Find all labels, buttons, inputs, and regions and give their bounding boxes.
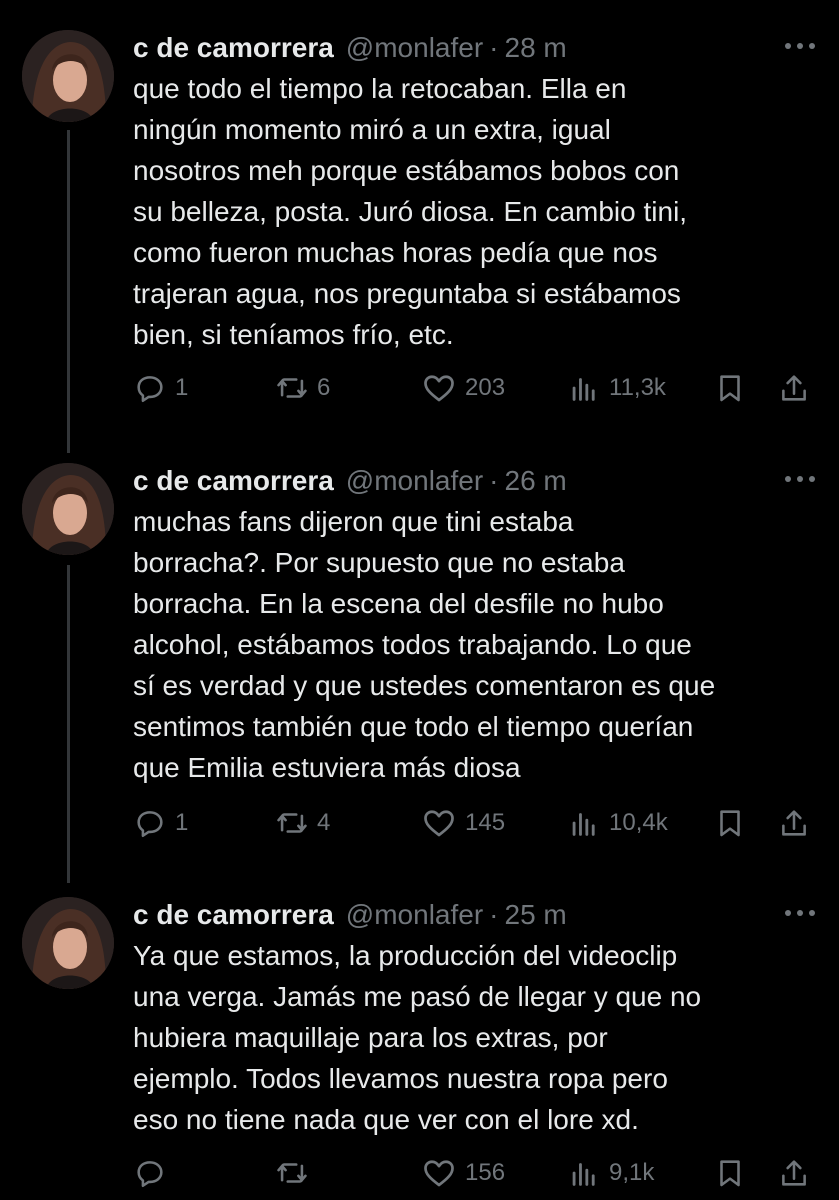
views-count: 9,1k — [609, 1159, 655, 1186]
share-icon — [782, 1160, 806, 1186]
like-count: 145 — [465, 809, 506, 836]
display-name[interactable]: c de camorrera — [133, 465, 334, 497]
avatar-photo — [22, 463, 114, 555]
bookmark-button[interactable] — [713, 368, 747, 408]
share-icon — [782, 375, 806, 401]
reply-button[interactable]: 1 — [133, 803, 188, 843]
reply-icon — [137, 1161, 163, 1188]
timestamp[interactable]: 25 m — [505, 899, 567, 931]
share-icon — [782, 810, 806, 836]
like-button[interactable]: 203 — [421, 368, 505, 408]
bookmark-button[interactable] — [713, 1153, 747, 1193]
views-icon — [572, 1163, 595, 1186]
repost-count: 4 — [317, 809, 331, 836]
heart-icon — [424, 1160, 454, 1187]
avatar[interactable] — [22, 30, 114, 122]
views-button[interactable]: 10,4k — [567, 803, 668, 843]
repost-button[interactable]: 6 — [275, 368, 330, 408]
like-count: 203 — [465, 374, 506, 401]
tweet-header: c de camorrera @monlafer · 25 m — [133, 893, 567, 937]
user-handle[interactable]: @monlafer — [346, 899, 483, 931]
action-bar: 1 4 145 10,4k — [133, 803, 823, 843]
display-name[interactable]: c de camorrera — [133, 899, 334, 931]
like-button[interactable]: 145 — [421, 803, 505, 843]
action-bar: 156 9,1k — [133, 1153, 823, 1193]
like-count: 156 — [465, 1159, 506, 1186]
heart-icon — [424, 810, 454, 837]
tweet-text: muchas fans dijeron que tini estaba borr… — [133, 506, 716, 783]
reply-button[interactable]: 1 — [133, 368, 188, 408]
heart-icon — [424, 375, 454, 402]
repost-count: 6 — [317, 374, 331, 401]
bookmark-icon — [720, 810, 740, 837]
share-button[interactable] — [777, 368, 811, 408]
avatar-photo — [22, 30, 114, 122]
avatar[interactable] — [22, 463, 114, 555]
repost-button[interactable] — [275, 1153, 317, 1193]
user-handle[interactable]: @monlafer — [346, 32, 483, 64]
tweet-header: c de camorrera @monlafer · 26 m — [133, 459, 567, 503]
bookmark-button[interactable] — [713, 803, 747, 843]
views-icon — [572, 378, 595, 401]
views-icon — [572, 813, 595, 836]
separator-dot: · — [489, 32, 499, 63]
timestamp[interactable]: 26 m — [505, 465, 567, 497]
reply-icon — [137, 811, 163, 838]
bookmark-icon — [720, 375, 740, 402]
tweet-text: que todo el tiempo la retocaban. Ella en… — [133, 73, 688, 350]
share-button[interactable] — [777, 1153, 811, 1193]
tweet-text: Ya que estamos, la producción del videoc… — [133, 940, 702, 1135]
repost-button[interactable]: 4 — [275, 803, 330, 843]
separator-dot: · — [489, 465, 499, 496]
tweet-header: c de camorrera @monlafer · 28 m — [133, 26, 567, 70]
views-button[interactable]: 9,1k — [567, 1153, 654, 1193]
views-count: 11,3k — [609, 374, 666, 401]
like-button[interactable]: 156 — [421, 1153, 505, 1193]
repost-icon — [277, 1163, 307, 1183]
more-icon[interactable] — [780, 36, 820, 56]
reply-count: 1 — [175, 809, 189, 836]
display-name[interactable]: c de camorrera — [133, 32, 334, 64]
avatar[interactable] — [22, 897, 114, 989]
more-icon[interactable] — [780, 469, 820, 489]
reply-count: 1 — [175, 374, 189, 401]
views-button[interactable]: 11,3k — [567, 368, 666, 408]
action-bar: 1 6 203 11,3k — [133, 368, 823, 408]
repost-icon — [277, 813, 307, 833]
bookmark-icon — [720, 1160, 740, 1187]
more-icon[interactable] — [780, 903, 820, 923]
tweet[interactable]: c de camorrera @monlafer · 26 m muchas f… — [0, 459, 839, 859]
user-handle[interactable]: @monlafer — [346, 465, 483, 497]
separator-dot: · — [489, 899, 499, 930]
avatar-photo — [22, 897, 114, 989]
repost-icon — [277, 378, 307, 398]
views-count: 10,4k — [609, 809, 668, 836]
tweet[interactable]: c de camorrera @monlafer · 25 m Ya que e… — [0, 893, 839, 1200]
reply-button[interactable] — [133, 1153, 175, 1193]
timestamp[interactable]: 28 m — [505, 32, 567, 64]
reply-icon — [137, 376, 163, 403]
share-button[interactable] — [777, 803, 811, 843]
tweet[interactable]: c de camorrera @monlafer · 28 m que todo… — [0, 26, 839, 426]
